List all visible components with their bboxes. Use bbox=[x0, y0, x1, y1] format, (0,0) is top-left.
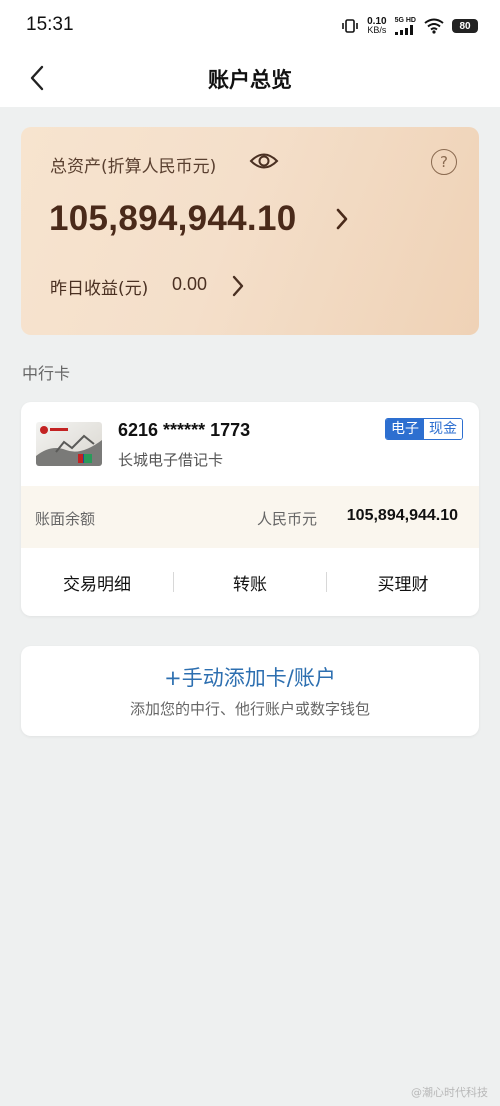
vibrate-icon bbox=[341, 18, 359, 34]
balance-currency: 人民币元 bbox=[257, 510, 318, 528]
yesterday-earnings-label: 昨日收益(元) bbox=[50, 279, 149, 299]
watermark-text: @潮心时代科技 bbox=[411, 1086, 488, 1099]
buy-wealth-product-button[interactable]: 买理财 bbox=[327, 570, 479, 595]
network-speed: 0.10 KB/s bbox=[367, 17, 386, 35]
navigation-bar: 账户总览 bbox=[0, 52, 500, 107]
balance-label: 账面余额 bbox=[35, 510, 96, 528]
signal-icon: 5G HD bbox=[394, 17, 416, 35]
card-image bbox=[36, 422, 102, 466]
card-actions: 交易明细 转账 买理财 bbox=[21, 548, 479, 616]
status-bar: 15:31 0.10 KB/s 5G HD 80 bbox=[0, 0, 500, 52]
ecash-badge-left: 电子 bbox=[386, 419, 424, 439]
total-assets-label: 总资产(折算人民币元) bbox=[50, 157, 217, 177]
transaction-details-button[interactable]: 交易明细 bbox=[21, 570, 173, 595]
yesterday-earnings-value: 0.00 bbox=[172, 274, 208, 294]
debit-card-panel[interactable]: 6216 ****** 1773 长城电子借记卡 电子 现金 账面余额 人民币元… bbox=[21, 402, 479, 616]
eye-icon[interactable] bbox=[249, 151, 279, 175]
wifi-icon bbox=[424, 18, 444, 34]
network-speed-unit: KB/s bbox=[367, 25, 387, 35]
watermark: @潮心时代科技 bbox=[411, 1084, 488, 1100]
balance-value: 105,894,944.10 bbox=[346, 507, 458, 524]
add-account-subtitle: 添加您的中行、他行账户或数字钱包 bbox=[129, 700, 370, 718]
battery-icon: 80 bbox=[452, 19, 478, 33]
help-icon[interactable]: ? bbox=[431, 149, 457, 175]
add-account-title: +手动添加卡/账户 bbox=[164, 666, 336, 690]
card-number: 6216 ****** 1773 bbox=[118, 420, 251, 440]
ecash-badge: 电子 现金 bbox=[385, 418, 463, 440]
chevron-right-icon[interactable] bbox=[335, 207, 349, 235]
yesterday-chevron-right-icon[interactable] bbox=[231, 274, 245, 302]
card-name: 长城电子借记卡 bbox=[118, 451, 224, 469]
section-title-boc-cards: 中行卡 bbox=[22, 364, 71, 383]
network-type: 5G HD bbox=[394, 17, 416, 24]
add-account-button[interactable]: +手动添加卡/账户 添加您的中行、他行账户或数字钱包 bbox=[21, 646, 479, 736]
transfer-button[interactable]: 转账 bbox=[174, 570, 326, 595]
page-title: 账户总览 bbox=[208, 68, 292, 92]
status-time: 15:31 bbox=[26, 14, 74, 35]
ecash-badge-right: 现金 bbox=[424, 419, 462, 439]
total-assets-card: 总资产(折算人民币元) ? 105,894,944.10 昨日收益(元) 0.0… bbox=[21, 127, 479, 335]
status-icons: 0.10 KB/s 5G HD 80 bbox=[341, 14, 478, 38]
balance-row: 账面余额 人民币元 105,894,944.10 bbox=[21, 486, 479, 548]
total-assets-amount[interactable]: 105,894,944.10 bbox=[49, 199, 297, 239]
